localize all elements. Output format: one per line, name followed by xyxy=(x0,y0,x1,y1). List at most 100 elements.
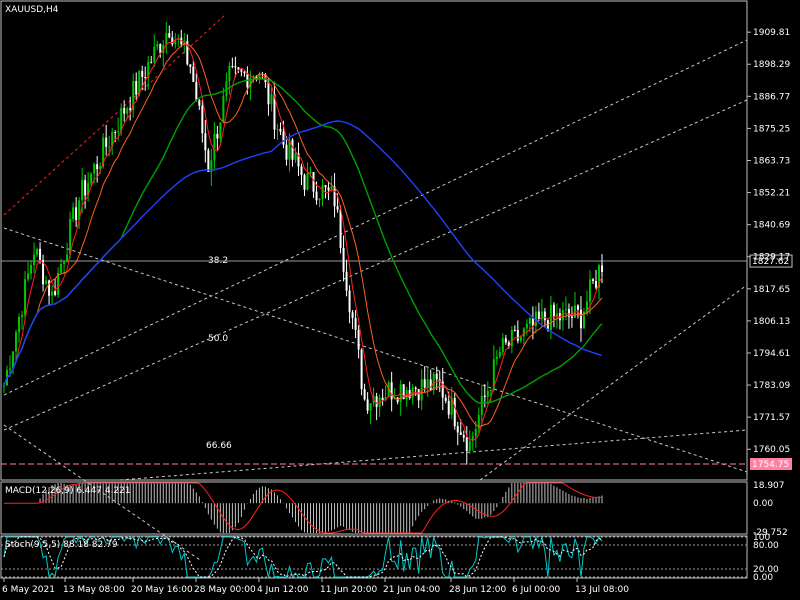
candle-body xyxy=(513,329,516,331)
candle-body xyxy=(114,132,117,134)
candle-body xyxy=(417,389,420,401)
horizontal-levels: 1754.751827.62 xyxy=(1,254,793,470)
candle-body xyxy=(444,397,447,401)
support-level-value: 1754.75 xyxy=(752,460,789,470)
time-tick-label: 28 Jun 12:00 xyxy=(449,585,506,595)
candle-body xyxy=(207,150,210,172)
candle-body xyxy=(117,131,120,133)
candle-body xyxy=(528,318,531,324)
candle-body xyxy=(150,62,153,64)
time-axis: 6 May 2021 13 May 08:00 20 May 16:00 28 May… xyxy=(2,578,629,595)
candle-body xyxy=(591,279,594,282)
candle-body xyxy=(45,280,48,285)
price-tick-label: 1909.81 xyxy=(753,28,790,38)
candle-body xyxy=(156,44,159,47)
candle-body xyxy=(303,174,306,190)
price-axis: 1909.81 1898.29 1886.77 1875.25 1863.73 1852.… xyxy=(747,28,790,455)
candle-body xyxy=(333,186,336,207)
candle-body xyxy=(426,379,429,388)
candle-body xyxy=(321,185,324,199)
candle-body xyxy=(276,128,279,130)
candle-body xyxy=(18,316,21,333)
candle-body xyxy=(552,304,555,317)
price-tick-label: 1898.29 xyxy=(753,60,790,70)
macd-tick-label: 18.907 xyxy=(753,481,785,491)
candle-body xyxy=(159,44,162,53)
candle-body xyxy=(579,309,582,329)
main-pane[interactable] xyxy=(0,0,748,481)
candle-body xyxy=(327,187,330,191)
trend-line xyxy=(119,429,748,481)
stoch-label: Stoch(9,5,5) 88.18 82.79 xyxy=(5,540,118,550)
time-tick-label: 6 May 2021 xyxy=(2,585,55,595)
candle-body xyxy=(126,108,129,114)
price-tick-label: 1886.77 xyxy=(753,92,790,102)
candle-body xyxy=(339,209,342,249)
stoch-tick-label: 80.00 xyxy=(753,541,779,551)
candle-body xyxy=(576,305,579,310)
candle-body xyxy=(291,139,294,160)
candle-body xyxy=(204,133,207,151)
candle-body xyxy=(366,399,369,411)
price-tick-label: 1840.69 xyxy=(753,221,790,231)
candle-body xyxy=(213,133,216,161)
candle-body xyxy=(342,248,345,272)
trend-line xyxy=(3,39,748,396)
candle-body xyxy=(15,332,18,352)
candle-body xyxy=(381,397,384,401)
candle-body xyxy=(363,389,366,400)
price-tick-label: 1817.65 xyxy=(753,285,790,295)
candle-body xyxy=(135,81,138,95)
candle-body xyxy=(54,291,57,295)
chart-canvas[interactable]: XAUUSD,H4 38.250.066.66 1754.751827.62 1… xyxy=(0,0,800,600)
candle-body xyxy=(315,191,318,201)
candle-body xyxy=(198,100,201,106)
price-tick-label: 1852.21 xyxy=(753,189,790,199)
price-tick-label: 1771.57 xyxy=(753,413,790,423)
time-tick-label: 28 May 00:00 xyxy=(194,585,256,595)
time-tick-label: 4 Jun 12:00 xyxy=(257,585,309,595)
candle-body xyxy=(165,33,168,45)
candle-body xyxy=(459,432,462,435)
trend-line xyxy=(3,99,748,431)
candle-body xyxy=(369,403,372,411)
candle-body xyxy=(543,311,546,321)
candle-body xyxy=(81,180,84,201)
moving-average-line xyxy=(3,43,603,427)
candle-body xyxy=(3,385,5,387)
candle-body xyxy=(192,66,195,82)
candle-body xyxy=(456,426,459,433)
time-tick-label: 13 May 08:00 xyxy=(63,585,125,595)
candle-body xyxy=(453,398,456,427)
trend-lines: 38.250.066.66 xyxy=(3,14,748,561)
candle-body xyxy=(495,356,498,360)
candle-body xyxy=(201,105,204,134)
candle-body xyxy=(9,368,12,370)
time-tick-label: 11 Jun 20:00 xyxy=(320,585,377,595)
candle-body xyxy=(525,323,528,329)
candle-body xyxy=(489,390,492,392)
candle-body xyxy=(501,338,504,352)
candle-body xyxy=(594,281,597,288)
candle-body xyxy=(141,71,144,78)
candle-body xyxy=(354,318,357,330)
candle-body xyxy=(171,37,174,45)
time-tick-label: 6 Jul 00:00 xyxy=(512,585,561,595)
candle-body xyxy=(480,395,483,416)
candle-body xyxy=(498,351,501,357)
candle-body xyxy=(90,173,93,184)
candle-body xyxy=(420,379,423,401)
price-tick-label: 1829.17 xyxy=(753,253,790,263)
candle-body xyxy=(195,81,198,101)
candle-body xyxy=(36,248,39,255)
candle-body xyxy=(21,315,24,317)
candle-body xyxy=(474,428,477,437)
price-tick-label: 1760.05 xyxy=(753,445,790,455)
candle-body xyxy=(231,65,234,67)
candle-body xyxy=(345,271,348,291)
candle-body xyxy=(336,206,339,210)
chart-title: XAUUSD,H4 xyxy=(5,5,59,15)
stoch-tick-label: 0.00 xyxy=(753,573,773,583)
price-tick-label: 1794.61 xyxy=(753,349,790,359)
candle-body xyxy=(129,108,132,111)
